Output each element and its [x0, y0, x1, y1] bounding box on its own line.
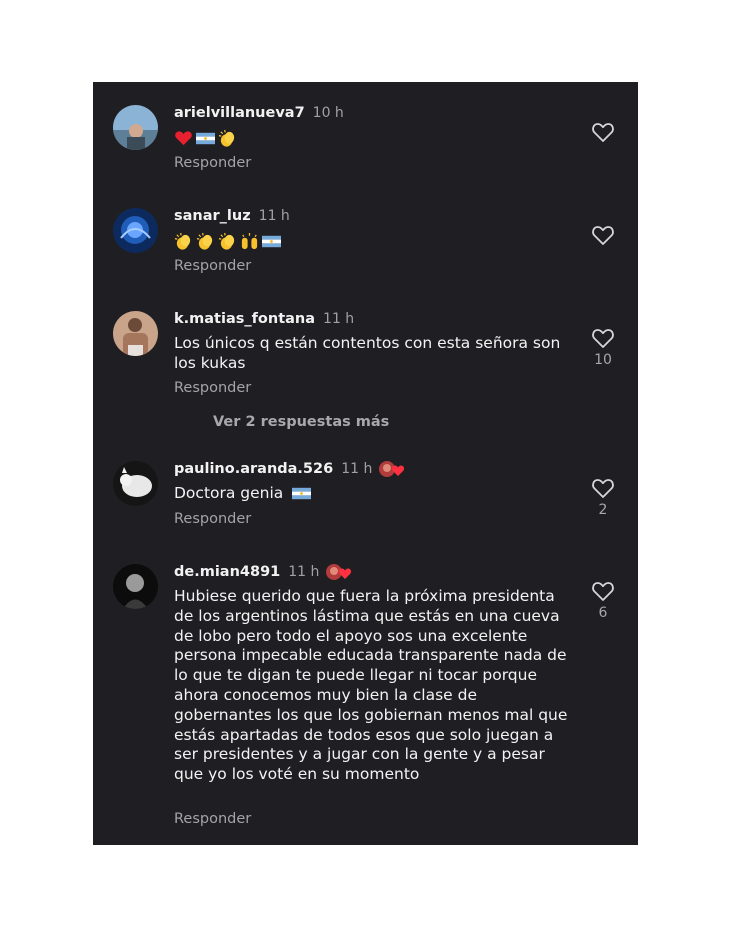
argentina-flag-icon — [262, 235, 281, 247]
reply-button[interactable]: Responder — [174, 155, 251, 171]
comment-header: arielvillanueva7 10 h — [174, 102, 344, 124]
liked-by-creator-icon — [378, 459, 405, 479]
comment-header: sanar_luz 11 h — [174, 205, 290, 227]
timestamp: 11 h — [323, 311, 355, 327]
avatar[interactable] — [113, 105, 158, 150]
timestamp: 11 h — [341, 461, 373, 477]
username[interactable]: paulino.aranda.526 — [174, 461, 333, 477]
timestamp: 10 h — [312, 105, 344, 121]
like-heart-icon[interactable] — [591, 477, 615, 499]
view-more-replies-button[interactable]: Ver 2 respuestas más — [213, 414, 389, 430]
raising-hands-icon — [241, 232, 258, 249]
timestamp: 11 h — [258, 208, 290, 224]
like-heart-icon[interactable] — [591, 224, 615, 246]
clapping-hands-icon — [174, 232, 191, 250]
avatar[interactable] — [113, 461, 158, 506]
like-count: 10 — [594, 352, 612, 368]
avatar[interactable] — [113, 311, 158, 356]
comment-header: k.matias_fontana 11 h — [174, 308, 354, 330]
comment-text: Hubiese querido que fuera la próxima pre… — [174, 587, 568, 784]
avatar[interactable] — [113, 208, 158, 253]
comment-text: Los únicos q están contentos con esta se… — [174, 334, 561, 372]
clapping-hands-icon — [218, 232, 235, 250]
red-heart-icon — [175, 130, 192, 145]
liked-by-creator-icon — [325, 562, 352, 582]
reply-button[interactable]: Responder — [174, 380, 251, 396]
like-heart-icon[interactable] — [591, 327, 615, 349]
username[interactable]: de.mian4891 — [174, 564, 280, 580]
like-count: 2 — [598, 502, 608, 518]
clapping-hands-icon — [196, 232, 213, 250]
argentina-flag-icon — [196, 132, 215, 144]
reply-button[interactable]: Responder — [174, 258, 251, 274]
argentina-flag-icon — [292, 487, 312, 500]
comment-text: Doctora genia — [174, 484, 572, 504]
comment-emojis — [174, 230, 284, 252]
like-heart-icon[interactable] — [591, 121, 615, 143]
reply-button[interactable]: Responder — [174, 511, 251, 527]
avatar[interactable] — [113, 564, 158, 609]
username[interactable]: k.matias_fontana — [174, 311, 315, 327]
comment-header: de.mian4891 11 h — [174, 561, 352, 583]
like-heart-icon[interactable] — [591, 580, 615, 602]
like-count: 6 — [598, 605, 608, 621]
comment-header: paulino.aranda.526 11 h — [174, 458, 405, 480]
timestamp: 11 h — [288, 564, 320, 580]
username[interactable]: arielvillanueva7 — [174, 105, 305, 121]
username[interactable]: sanar_luz — [174, 208, 251, 224]
clapping-hands-icon — [218, 129, 235, 147]
comments-panel: arielvillanueva7 10 h Responder sanar_lu… — [93, 82, 638, 845]
comment-emojis — [174, 127, 240, 149]
reply-button[interactable]: Responder — [174, 811, 251, 827]
